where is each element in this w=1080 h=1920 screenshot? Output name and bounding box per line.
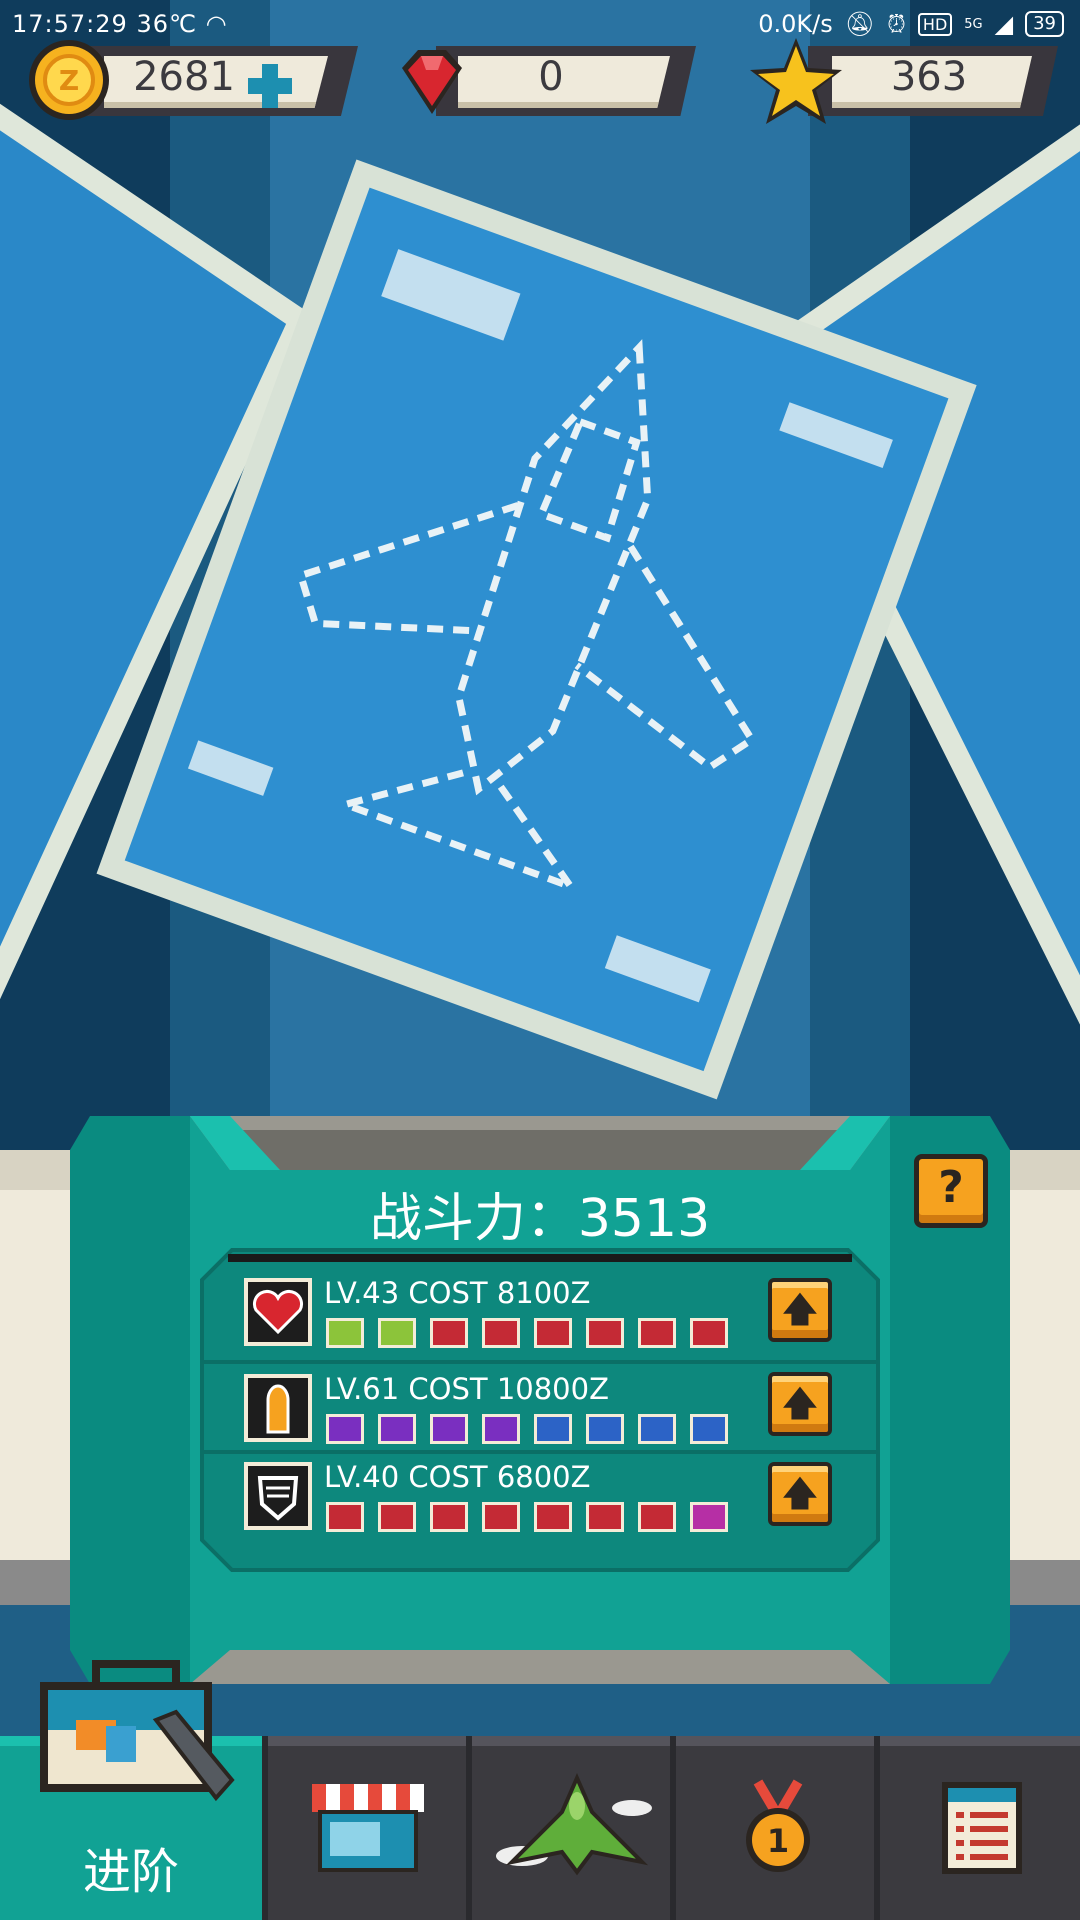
upgrade-panel: 战斗力：3513 ? LV.43 COST 8100Z 🡅︎ LV.61 COS… bbox=[0, 1110, 1080, 1690]
level-square bbox=[638, 1414, 676, 1444]
level-square bbox=[482, 1414, 520, 1444]
coin-amount: 2681 bbox=[133, 54, 235, 100]
add-coins-button[interactable] bbox=[242, 58, 298, 114]
blueprint-sheet bbox=[96, 159, 977, 1100]
ruby-icon bbox=[402, 50, 462, 114]
mute-icon: 🔕︎ bbox=[844, 10, 876, 38]
level-square bbox=[430, 1318, 468, 1348]
level-square bbox=[378, 1502, 416, 1532]
level-square bbox=[378, 1318, 416, 1348]
level-square bbox=[326, 1502, 364, 1532]
fighter-plane-icon bbox=[496, 1773, 652, 1876]
coin-counter: 2681 Z bbox=[24, 40, 358, 120]
armor-level-squares bbox=[326, 1500, 746, 1534]
level-square bbox=[326, 1414, 364, 1444]
network-type: 5G bbox=[964, 16, 983, 32]
help-button[interactable]: ? bbox=[914, 1154, 988, 1228]
coin-icon: Z bbox=[29, 40, 109, 120]
shield-icon bbox=[244, 1462, 312, 1530]
level-square bbox=[690, 1414, 728, 1444]
bottom-nav: 进阶 1 bbox=[0, 1660, 1080, 1920]
level-square bbox=[534, 1318, 572, 1348]
level-square bbox=[534, 1502, 572, 1532]
level-square bbox=[586, 1318, 624, 1348]
armor-level-text: LV.40 COST 6800Z bbox=[324, 1460, 591, 1494]
signal-icon: ◢ bbox=[994, 10, 1014, 38]
level-square bbox=[586, 1414, 624, 1444]
level-square bbox=[638, 1318, 676, 1348]
attack-upgrade-button[interactable]: 🡅︎ bbox=[768, 1372, 832, 1436]
hd-badge: HD bbox=[917, 12, 953, 36]
star-amount: 363 bbox=[890, 54, 968, 100]
star-counter: 363 bbox=[748, 38, 1058, 124]
svg-text:Z: Z bbox=[59, 64, 79, 97]
gem-amount: 0 bbox=[538, 54, 564, 100]
tab-shop[interactable] bbox=[262, 1736, 466, 1920]
level-square bbox=[430, 1502, 468, 1532]
clock: 17:57:29 bbox=[12, 10, 128, 38]
bullet-icon bbox=[244, 1374, 312, 1442]
plus-icon bbox=[248, 64, 292, 108]
arrow-up-icon: 🡅︎ bbox=[782, 1384, 818, 1424]
level-square bbox=[690, 1318, 728, 1348]
medal-icon: 1 bbox=[746, 1779, 810, 1872]
tab-upgrade-label: 进阶 bbox=[82, 1844, 179, 1900]
arrow-up-icon: 🡅︎ bbox=[782, 1474, 818, 1514]
tab-tasks[interactable] bbox=[874, 1736, 1080, 1920]
level-square bbox=[638, 1502, 676, 1532]
question-icon: ? bbox=[938, 1162, 964, 1213]
tab-medal[interactable]: 1 bbox=[670, 1736, 874, 1920]
level-square bbox=[378, 1414, 416, 1444]
gem-counter: 0 bbox=[386, 40, 696, 118]
heart-icon bbox=[244, 1278, 312, 1346]
level-square bbox=[690, 1502, 728, 1532]
level-square bbox=[482, 1502, 520, 1532]
level-square bbox=[482, 1318, 520, 1348]
armor-upgrade-button[interactable]: 🡅︎ bbox=[768, 1462, 832, 1526]
health-level-squares bbox=[326, 1316, 746, 1350]
tab-plane[interactable] bbox=[466, 1736, 670, 1920]
health-level-text: LV.43 COST 8100Z bbox=[324, 1276, 591, 1310]
level-square bbox=[586, 1502, 624, 1532]
battery-indicator: 39 bbox=[1025, 11, 1064, 37]
task-list-icon bbox=[942, 1782, 1022, 1874]
level-square bbox=[534, 1414, 572, 1444]
arrow-up-icon: 🡅︎ bbox=[782, 1290, 818, 1330]
temperature: 36℃ bbox=[136, 10, 197, 38]
level-square bbox=[430, 1414, 468, 1444]
attack-level-squares bbox=[326, 1412, 746, 1446]
health-upgrade-button[interactable]: 🡅︎ bbox=[768, 1278, 832, 1342]
star-icon bbox=[750, 38, 842, 124]
level-square bbox=[326, 1318, 364, 1348]
toolbox-icon bbox=[40, 1660, 235, 1802]
attack-level-text: LV.61 COST 10800Z bbox=[324, 1372, 609, 1406]
svg-text:1: 1 bbox=[767, 1822, 789, 1860]
shop-icon bbox=[312, 1784, 424, 1872]
alarm-icon: ⏰︎ bbox=[887, 10, 906, 38]
speedometer-icon: ◠ bbox=[205, 10, 228, 38]
